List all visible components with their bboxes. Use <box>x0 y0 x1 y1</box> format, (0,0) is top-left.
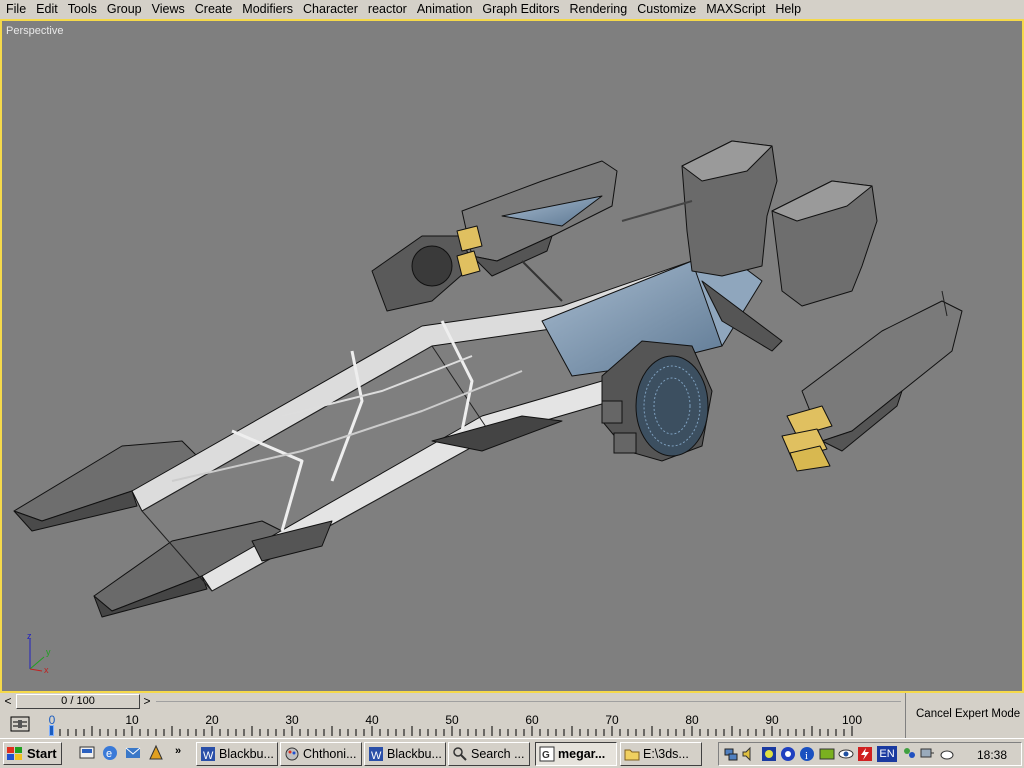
network-icon[interactable] <box>723 746 739 762</box>
time-slider-track[interactable] <box>156 701 901 702</box>
axis-tripod: z y x <box>27 631 51 675</box>
current-frame-marker[interactable] <box>49 725 54 736</box>
taskbar-button-label: E:\3ds... <box>643 747 689 761</box>
track-bar: 0 10 20 30 40 50 60 70 80 90 100 <box>0 710 905 738</box>
taskbar-button-chthoni[interactable]: Chthoni... <box>280 742 362 766</box>
taskbar-button-megar[interactable]: G megar... <box>535 742 617 766</box>
menu-customize[interactable]: Customize <box>632 0 701 19</box>
taskbar-button-search[interactable]: Search ... <box>448 742 530 766</box>
clock: 18:38 <box>976 748 1007 762</box>
taskbar-button-label: Blackbu... <box>387 747 442 761</box>
svg-text:G: G <box>542 750 550 761</box>
eye-icon[interactable] <box>838 746 854 762</box>
menu-character[interactable]: Character <box>298 0 363 19</box>
menu-animation[interactable]: Animation <box>412 0 478 19</box>
show-desktop-icon[interactable] <box>78 744 96 762</box>
quicklaunch-more-button[interactable]: » <box>175 745 181 757</box>
thruster-pod-lower-right <box>781 290 963 472</box>
menu-graph-editors[interactable]: Graph Editors <box>477 0 564 19</box>
start-button[interactable]: Start <box>3 742 62 765</box>
svg-text:W: W <box>203 750 214 762</box>
flash-icon[interactable] <box>857 746 873 762</box>
volume-icon[interactable] <box>741 746 757 762</box>
menu-file[interactable]: File <box>1 0 31 19</box>
time-slider-prev-button[interactable]: < <box>1 694 15 709</box>
taskbar-button-label: megar... <box>558 747 606 761</box>
menu-maxscript[interactable]: MAXScript <box>701 0 770 19</box>
word-doc-icon: W <box>201 747 215 762</box>
search-icon <box>453 747 467 761</box>
menu-views[interactable]: Views <box>147 0 190 19</box>
taskbar-button-label: Chthoni... <box>303 747 357 761</box>
svg-text:e: e <box>106 748 112 760</box>
tick-label-40: 40 <box>365 713 379 727</box>
tick-label-100: 100 <box>841 713 863 727</box>
info-icon[interactable]: i <box>799 746 815 762</box>
expert-mode-panel: Cancel Expert Mode <box>905 693 1024 738</box>
menu-bar: File Edit Tools Group Views Create Modif… <box>0 0 1024 19</box>
tick-label-10: 10 <box>125 713 139 727</box>
track-bar-toggle-icon[interactable] <box>10 714 30 734</box>
messenger-icon[interactable] <box>939 746 955 762</box>
menu-create[interactable]: Create <box>190 0 238 19</box>
axis-label-x: x <box>44 665 49 675</box>
language-indicator[interactable]: EN <box>877 746 897 762</box>
spaceship-model[interactable]: z y x <box>2 21 1022 691</box>
menu-reactor[interactable]: reactor <box>363 0 412 19</box>
media-player-icon[interactable] <box>780 746 796 762</box>
remote-connection-icon[interactable] <box>919 746 935 762</box>
windows-taskbar: Start e » W Blackbu... Chthoni... W Blac… <box>0 738 1024 768</box>
media-app-icon[interactable] <box>147 744 165 762</box>
taskbar-button-explorer[interactable]: E:\3ds... <box>620 742 702 766</box>
3dsmax-icon: G <box>539 746 555 762</box>
track-ruler[interactable]: 0 10 20 30 40 50 60 70 80 90 100 <box>44 712 874 736</box>
menu-tools[interactable]: Tools <box>63 0 102 19</box>
tick-label-60: 60 <box>525 713 539 727</box>
axis-label-y: y <box>46 647 51 657</box>
menu-edit[interactable]: Edit <box>31 0 63 19</box>
paint-icon <box>285 747 299 761</box>
menu-help[interactable]: Help <box>770 0 806 19</box>
svg-text:W: W <box>371 750 382 762</box>
ruler-ticks <box>51 726 853 736</box>
perspective-viewport[interactable]: Perspective z y x <box>0 19 1024 693</box>
users-icon[interactable] <box>901 746 917 762</box>
time-slider[interactable]: < 0 / 100 > <box>0 693 905 710</box>
svg-text:i: i <box>805 750 808 762</box>
menu-group[interactable]: Group <box>102 0 147 19</box>
axis-label-z: z <box>27 631 32 641</box>
time-slider-thumb[interactable]: 0 / 100 <box>16 694 140 709</box>
taskbar-button-label: Blackbu... <box>219 747 274 761</box>
time-slider-next-button[interactable]: > <box>140 694 154 709</box>
system-tray: i EN 18:38 <box>718 742 1022 766</box>
windows-logo-icon <box>7 746 22 760</box>
taskbar-button-blackbu-2[interactable]: W Blackbu... <box>364 742 446 766</box>
taskbar-button-blackbu-1[interactable]: W Blackbu... <box>196 742 278 766</box>
internet-explorer-icon[interactable]: e <box>101 744 119 762</box>
menu-modifiers[interactable]: Modifiers <box>237 0 298 19</box>
tick-label-20: 20 <box>205 713 219 727</box>
start-label: Start <box>27 746 57 761</box>
tick-label-50: 50 <box>445 713 459 727</box>
folder-icon <box>624 749 640 761</box>
display-settings-icon[interactable] <box>761 746 777 762</box>
tick-label-30: 30 <box>285 713 299 727</box>
cancel-expert-mode-button[interactable]: Cancel Expert Mode <box>916 708 1020 720</box>
nvidia-icon[interactable] <box>819 746 835 762</box>
thruster-pod-upper-left <box>371 160 618 312</box>
tick-label-80: 80 <box>685 713 699 727</box>
menu-rendering[interactable]: Rendering <box>565 0 633 19</box>
word-doc-icon: W <box>369 747 383 762</box>
tick-label-70: 70 <box>605 713 619 727</box>
outlook-express-icon[interactable] <box>124 744 142 762</box>
tick-label-90: 90 <box>765 713 779 727</box>
taskbar-button-label: Search ... <box>471 747 525 761</box>
